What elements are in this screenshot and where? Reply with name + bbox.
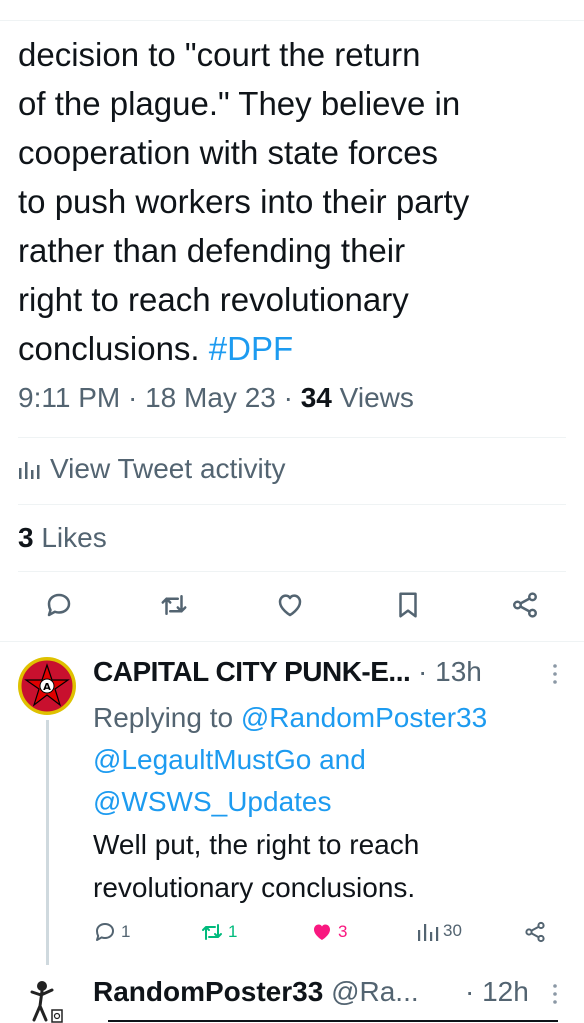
views-count: 34 xyxy=(300,382,332,413)
reply-action-bar: 1 1 3 30 xyxy=(0,920,584,950)
divider xyxy=(18,504,566,505)
tweet-text-last: conclusions. xyxy=(18,330,200,367)
bottom-divider xyxy=(108,1020,558,1022)
bookmark-icon xyxy=(399,592,417,618)
avatar[interactable]: A xyxy=(18,657,76,715)
analytics-icon xyxy=(19,462,40,479)
likes-link[interactable]: 3 Likes xyxy=(18,522,107,554)
reply-text: Well put, the right to reach revolutiona… xyxy=(93,823,563,909)
replying-prefix: Replying to xyxy=(93,702,234,733)
retweet-button[interactable]: 1 xyxy=(200,920,237,944)
share-button[interactable] xyxy=(523,920,547,944)
stick-figure-icon xyxy=(30,981,63,1023)
view-count: 30 xyxy=(443,921,462,940)
reply-text-line: Well put, the right to reach xyxy=(93,829,420,860)
view-tweet-activity-label: View Tweet activity xyxy=(50,453,286,484)
share-icon xyxy=(513,592,537,618)
like-icon xyxy=(278,594,302,617)
mention-link[interactable]: @WSWS_Updates xyxy=(93,786,332,817)
share-button[interactable] xyxy=(508,588,542,622)
tweet-text-line: right to reach revolutionary xyxy=(18,281,409,318)
like-filled-icon xyxy=(314,924,330,940)
likes-label: Likes xyxy=(41,522,107,553)
author-handle[interactable]: @Ra... xyxy=(331,976,419,1007)
tweet-text-line: of the plague." They believe in xyxy=(18,85,461,122)
tweet-action-bar xyxy=(0,588,584,628)
analytics-icon xyxy=(418,924,439,941)
likes-count: 3 xyxy=(18,522,34,553)
reply-time[interactable]: 12h xyxy=(482,976,529,1007)
reply-text-line: revolutionary conclusions. xyxy=(93,872,416,903)
replying-to: Replying to @RandomPoster33 @LegaultMust… xyxy=(93,697,563,823)
retweet-count: 1 xyxy=(228,922,238,941)
bookmark-button[interactable] xyxy=(391,588,425,622)
view-tweet-activity-link[interactable]: View Tweet activity xyxy=(18,453,286,485)
reply-time[interactable]: 13h xyxy=(435,656,482,687)
top-divider xyxy=(0,20,584,21)
mention-link[interactable]: @LegaultMustGo xyxy=(93,744,311,775)
retweet-button[interactable] xyxy=(157,588,191,622)
more-options-button[interactable] xyxy=(548,982,562,1011)
retweet-icon xyxy=(202,924,222,940)
red-star-logo-icon: A xyxy=(18,657,76,715)
tweet-text-line: to push workers into their party xyxy=(18,183,470,220)
section-divider xyxy=(0,641,584,642)
divider xyxy=(18,437,566,438)
like-button[interactable] xyxy=(273,588,307,622)
more-options-button[interactable] xyxy=(548,662,562,691)
tweet-text-line: rather than defending their xyxy=(18,232,406,269)
reply-time-wrap: · 12h xyxy=(465,976,529,1007)
hashtag-link[interactable]: #DPF xyxy=(209,330,293,367)
tweet-text: decision to "court the return of the pla… xyxy=(18,30,574,373)
like-count: 3 xyxy=(338,922,348,941)
reply-header: CAPITAL CITY PUNK-E... · 13h xyxy=(93,656,482,687)
author-name[interactable]: CAPITAL CITY PUNK-E... xyxy=(93,656,411,687)
reply-button[interactable] xyxy=(42,588,76,622)
reply-count: 1 xyxy=(121,922,131,941)
share-icon xyxy=(525,921,545,943)
reply-icon xyxy=(96,923,114,941)
tweet-date[interactable]: 18 May 23 xyxy=(145,382,276,413)
mention-link[interactable]: @RandomPoster33 xyxy=(241,702,487,733)
tweet-meta: 9:11 PM · 18 May 23 · 34 Views xyxy=(18,382,414,413)
tweet-text-line: decision to "court the return xyxy=(18,36,421,73)
tweet-text-line: cooperation with state forces xyxy=(18,134,439,171)
reply-header: RandomPoster33 @Ra... xyxy=(93,976,419,1008)
views-button[interactable]: 30 xyxy=(417,920,462,942)
reply-icon xyxy=(47,593,71,617)
reply-button[interactable]: 1 xyxy=(93,920,130,944)
views-label: Views xyxy=(339,382,414,413)
divider xyxy=(18,571,566,572)
svg-text:A: A xyxy=(43,682,51,693)
more-vertical-icon xyxy=(553,984,557,1004)
like-button[interactable]: 3 xyxy=(310,920,347,944)
and-word: and xyxy=(319,744,366,775)
retweet-icon xyxy=(161,595,187,615)
tweet-time[interactable]: 9:11 PM xyxy=(18,382,120,413)
author-name[interactable]: RandomPoster33 xyxy=(93,976,323,1007)
tweet-text-line: conclusions. #DPF xyxy=(18,324,574,373)
avatar[interactable] xyxy=(28,978,68,1023)
more-vertical-icon xyxy=(553,664,557,684)
